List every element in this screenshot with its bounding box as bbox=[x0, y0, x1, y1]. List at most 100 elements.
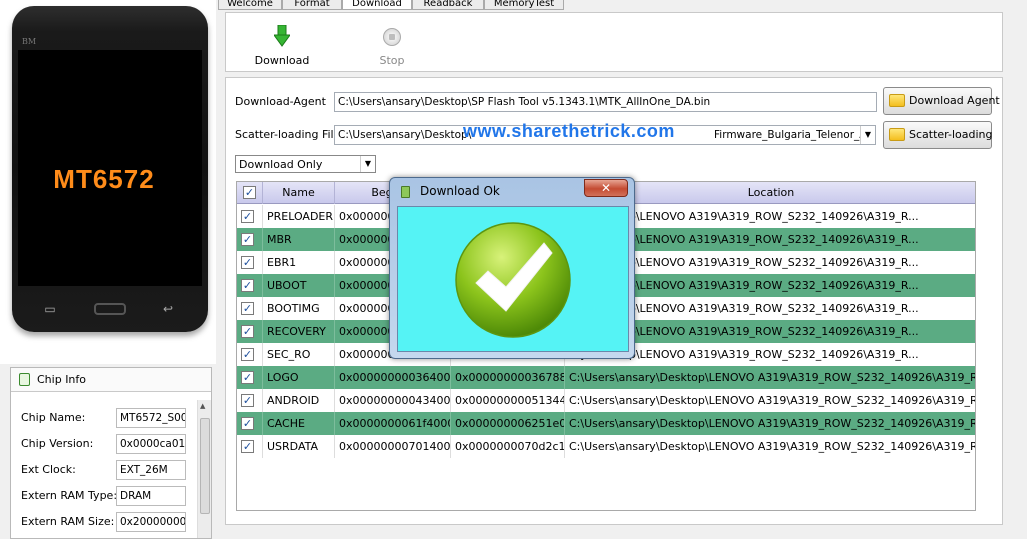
cell-checkbox: ✓ bbox=[237, 389, 263, 412]
cell-checkbox: ✓ bbox=[237, 343, 263, 366]
chip-info-panel: Chip Info Chip Name: MT6572_S00 Chip Ver… bbox=[10, 367, 212, 539]
scatter-loading-button-label: Scatter-loading bbox=[909, 128, 993, 141]
download-agent-path[interactable]: C:\Users\ansary\Desktop\SP Flash Tool v5… bbox=[334, 92, 877, 112]
tab-welcome[interactable]: Welcome bbox=[218, 0, 282, 10]
cell-end-address: 0x0000000003678811 bbox=[451, 366, 565, 389]
download-agent-button-label: Download Agent bbox=[909, 94, 1000, 107]
cell-end-address: 0x0000000005134416f bbox=[451, 389, 565, 412]
row-checkbox[interactable]: ✓ bbox=[241, 440, 254, 453]
row-checkbox[interactable]: ✓ bbox=[241, 325, 254, 338]
chip-info-header: Chip Info bbox=[11, 368, 211, 392]
chevron-down-icon[interactable]: ▼ bbox=[360, 156, 375, 172]
chip-name-value[interactable]: MT6572_S00 bbox=[116, 408, 186, 428]
cell-checkbox: ✓ bbox=[237, 274, 263, 297]
ext-clock-value[interactable]: EXT_26M bbox=[116, 460, 186, 480]
cell-begin-address: 0x0000000004340000 bbox=[335, 389, 451, 412]
row-checkbox[interactable]: ✓ bbox=[241, 371, 254, 384]
tab-format[interactable]: Format bbox=[282, 0, 342, 10]
row-checkbox[interactable]: ✓ bbox=[241, 302, 254, 315]
watermark-text: www.sharethetrick.com bbox=[463, 121, 675, 141]
cell-checkbox: ✓ bbox=[237, 435, 263, 458]
column-name[interactable]: Name bbox=[263, 182, 335, 204]
cell-checkbox: ✓ bbox=[237, 228, 263, 251]
cell-checkbox: ✓ bbox=[237, 412, 263, 435]
chip-info-scrollbar[interactable]: ▲ bbox=[197, 400, 211, 538]
cell-checkbox: ✓ bbox=[237, 297, 263, 320]
select-all-checkbox[interactable]: ✓ bbox=[243, 186, 256, 199]
chip-version-value[interactable]: 0x0000ca01 bbox=[116, 434, 186, 454]
select-all-cell: ✓ bbox=[237, 182, 263, 204]
cell-location: C:\Users\ansary\Desktop\LENOVO A319\A319… bbox=[565, 366, 975, 389]
checkmark-icon bbox=[455, 222, 571, 338]
cell-name: MBR bbox=[263, 228, 335, 251]
ram-type-value[interactable]: DRAM bbox=[116, 486, 186, 506]
chevron-down-icon[interactable]: ▼ bbox=[860, 126, 875, 144]
menu-key-icon: ▭ bbox=[44, 302, 56, 316]
ram-size-value[interactable]: 0x20000000 bbox=[116, 512, 186, 532]
row-checkbox[interactable]: ✓ bbox=[241, 348, 254, 361]
table-row[interactable]: ✓ ANDROID0x00000000043400000x000000000513… bbox=[237, 389, 975, 412]
download-button[interactable]: Download bbox=[254, 25, 310, 69]
cell-name: CACHE bbox=[263, 412, 335, 435]
cell-name: RECOVERY bbox=[263, 320, 335, 343]
table-row[interactable]: ✓ USRDATA0x00000000701400000x0000000070d2… bbox=[237, 435, 975, 458]
cell-location: C:\Users\ansary\Desktop\LENOVO A319\A319… bbox=[565, 435, 975, 458]
phone-brand: BM bbox=[22, 37, 37, 46]
stop-icon bbox=[383, 28, 401, 46]
row-checkbox[interactable]: ✓ bbox=[241, 394, 254, 407]
scatter-loading-button[interactable]: Scatter-loading bbox=[883, 121, 992, 149]
app-icon bbox=[401, 186, 410, 198]
chip-name-label: Chip Name: bbox=[21, 411, 86, 424]
download-agent-label: Download-Agent bbox=[235, 95, 326, 108]
cell-location: C:\Users\ansary\Desktop\LENOVO A319\A319… bbox=[565, 389, 975, 412]
ext-clock-label: Ext Clock: bbox=[21, 463, 76, 476]
cell-name: EBR1 bbox=[263, 251, 335, 274]
cell-name: PRELOADER bbox=[263, 205, 335, 228]
cell-checkbox: ✓ bbox=[237, 320, 263, 343]
folder-icon bbox=[889, 94, 905, 107]
phone-preview-panel: BM MT6572 ▭ ↩ bbox=[0, 0, 216, 364]
download-mode-select[interactable]: Download Only ▼ bbox=[235, 155, 376, 173]
scroll-up-icon[interactable]: ▲ bbox=[200, 402, 205, 410]
dialog-title: Download Ok bbox=[420, 184, 500, 198]
back-key-icon: ↩ bbox=[162, 302, 174, 316]
row-checkbox[interactable]: ✓ bbox=[241, 233, 254, 246]
dialog-body bbox=[397, 206, 629, 352]
table-row[interactable]: ✓ LOGO0x00000000036400000x000000000367881… bbox=[237, 366, 975, 389]
cell-begin-address: 0x0000000061f40000 bbox=[335, 412, 451, 435]
cell-location: C:\Users\ansary\Desktop\LENOVO A319\A319… bbox=[565, 412, 975, 435]
stop-button[interactable]: Stop bbox=[372, 25, 412, 69]
close-button[interactable]: ✕ bbox=[584, 179, 628, 197]
row-checkbox[interactable]: ✓ bbox=[241, 417, 254, 430]
scatter-path-start: C:\Users\ansary\Desktop\ bbox=[338, 129, 472, 141]
phone-image: BM MT6572 ▭ ↩ bbox=[12, 6, 208, 332]
cell-name: SEC_RO bbox=[263, 343, 335, 366]
cell-checkbox: ✓ bbox=[237, 366, 263, 389]
tab-memorytest[interactable]: MemoryTest bbox=[484, 0, 564, 10]
download-mode-value: Download Only bbox=[239, 158, 323, 171]
scroll-thumb[interactable] bbox=[200, 418, 210, 514]
row-checkbox[interactable]: ✓ bbox=[241, 279, 254, 292]
tab-readback[interactable]: Readback bbox=[412, 0, 484, 10]
scatter-path-end: Firmware_Bulgaria_Telenor_Ar bbox=[714, 129, 871, 141]
table-row[interactable]: ✓ CACHE 0x0000000061f40000 0x000000006251e0… bbox=[237, 412, 975, 435]
cell-begin-address: 0x0000000070140000 bbox=[335, 435, 451, 458]
stop-label: Stop bbox=[379, 54, 405, 67]
chip-info-title: Chip Info bbox=[37, 373, 87, 386]
cell-name: LOGO bbox=[263, 366, 335, 389]
chip-model-label: MT6572 bbox=[53, 164, 155, 194]
download-label: Download bbox=[254, 54, 310, 67]
chip-version-label: Chip Version: bbox=[21, 437, 94, 450]
folder-icon bbox=[889, 128, 905, 141]
download-agent-button[interactable]: Download Agent bbox=[883, 87, 1000, 115]
cell-name: UBOOT bbox=[263, 274, 335, 297]
row-checkbox[interactable]: ✓ bbox=[241, 210, 254, 223]
cell-name: USRDATA bbox=[263, 435, 335, 458]
scatter-file-label: Scatter-loading File bbox=[235, 128, 341, 141]
phone-screen: MT6572 bbox=[18, 50, 202, 286]
chip-icon bbox=[19, 373, 30, 386]
home-key-icon bbox=[94, 303, 126, 315]
cell-end-address: 0x000000006251e0cf bbox=[451, 412, 565, 435]
tab-download[interactable]: Download bbox=[342, 0, 412, 10]
row-checkbox[interactable]: ✓ bbox=[241, 256, 254, 269]
